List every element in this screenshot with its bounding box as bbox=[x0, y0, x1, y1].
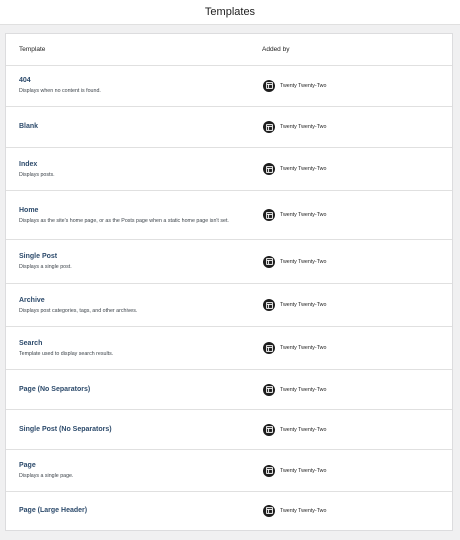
theme-name: Twenty Twenty-Two bbox=[280, 467, 327, 474]
added-by-cell: Twenty Twenty-Two bbox=[263, 410, 326, 449]
template-cell: Blank bbox=[19, 107, 251, 147]
page-title: Templates bbox=[204, 6, 256, 18]
template-title-link[interactable]: Search bbox=[19, 339, 251, 349]
template-title-link[interactable]: Index bbox=[19, 160, 251, 170]
layout-template-icon bbox=[263, 255, 275, 268]
added-by-cell: Twenty Twenty-Two bbox=[263, 191, 326, 239]
table-header: Template Added by bbox=[6, 34, 452, 66]
layout-template-icon bbox=[263, 504, 275, 517]
template-cell: Index Displays posts. bbox=[19, 148, 251, 190]
layout-template-icon bbox=[263, 464, 275, 477]
template-title-link[interactable]: 404 bbox=[19, 76, 251, 86]
table-row: Page (Large Header) Twenty Twenty-Two bbox=[6, 492, 452, 529]
table-row: Archive Displays post categories, tags, … bbox=[6, 284, 452, 327]
theme-name: Twenty Twenty-Two bbox=[280, 386, 327, 393]
table-row: 404 Displays when no content is found. T… bbox=[6, 65, 452, 107]
template-description: Displays as the site's home page, or as … bbox=[19, 217, 229, 224]
table-body: 404 Displays when no content is found. T… bbox=[6, 65, 452, 529]
template-title-link[interactable]: Archive bbox=[19, 296, 251, 306]
table-row: Index Displays posts. Twenty Twenty-Two bbox=[6, 148, 452, 191]
template-title-link[interactable]: Blank bbox=[19, 122, 251, 132]
template-title-link[interactable]: Page bbox=[19, 461, 251, 471]
added-by-cell: Twenty Twenty-Two bbox=[263, 284, 326, 326]
template-title-link[interactable]: Single Post bbox=[19, 252, 251, 262]
added-by-cell: Twenty Twenty-Two bbox=[263, 370, 326, 409]
layout-template-icon bbox=[263, 209, 275, 221]
table-row: Home Displays as the site's home page, o… bbox=[6, 191, 452, 240]
template-description: Displays a single page. bbox=[19, 473, 74, 479]
added-by-cell: Twenty Twenty-Two bbox=[263, 65, 326, 106]
template-title-link[interactable]: Home bbox=[19, 206, 251, 216]
template-cell: Page Displays a single page. bbox=[19, 450, 251, 491]
template-title-link[interactable]: Single Post (No Separators) bbox=[19, 425, 251, 435]
table-row: Page (No Separators) Twenty Twenty-Two bbox=[6, 370, 452, 410]
template-cell: Home Displays as the site's home page, o… bbox=[19, 191, 251, 239]
added-by-cell: Twenty Twenty-Two bbox=[263, 148, 326, 190]
template-title-link[interactable]: Page (Large Header) bbox=[19, 506, 251, 516]
layout-template-icon bbox=[263, 121, 275, 133]
table-row: Single Post Displays a single post. Twen… bbox=[6, 240, 452, 284]
table-row: Page Displays a single page. Twenty Twen… bbox=[6, 450, 452, 492]
added-by-cell: Twenty Twenty-Two bbox=[263, 450, 326, 491]
template-cell: Archive Displays post categories, tags, … bbox=[19, 284, 251, 326]
theme-name: Twenty Twenty-Two bbox=[280, 507, 327, 514]
table-row: Single Post (No Separators) Twenty Twent… bbox=[6, 410, 452, 450]
theme-name: Twenty Twenty-Two bbox=[280, 345, 327, 351]
templates-table: Template Added by 404 Displays when no c… bbox=[5, 33, 453, 531]
theme-name: Twenty Twenty-Two bbox=[280, 82, 327, 89]
added-by-cell: Twenty Twenty-Two bbox=[263, 492, 326, 529]
theme-name: Twenty Twenty-Two bbox=[280, 124, 327, 130]
template-description: Displays a single post. bbox=[19, 264, 72, 270]
theme-name: Twenty Twenty-Two bbox=[280, 302, 327, 308]
top-bar: Templates bbox=[0, 0, 460, 25]
layout-template-icon bbox=[263, 299, 275, 311]
template-cell: Single Post (No Separators) bbox=[19, 410, 251, 449]
layout-template-icon bbox=[263, 79, 275, 92]
template-title-link[interactable]: Page (No Separators) bbox=[19, 385, 251, 395]
template-cell: Single Post Displays a single post. bbox=[19, 240, 251, 283]
table-row: Blank Twenty Twenty-Two bbox=[6, 107, 452, 148]
column-header-added-by: Added by bbox=[262, 46, 290, 53]
column-header-template: Template bbox=[19, 46, 46, 53]
added-by-cell: Twenty Twenty-Two bbox=[263, 240, 326, 283]
theme-name: Twenty Twenty-Two bbox=[280, 212, 327, 218]
theme-name: Twenty Twenty-Two bbox=[280, 426, 327, 433]
template-cell: Search Template used to display search r… bbox=[19, 327, 251, 369]
added-by-cell: Twenty Twenty-Two bbox=[263, 107, 326, 147]
layout-template-icon bbox=[263, 383, 275, 396]
theme-name: Twenty Twenty-Two bbox=[280, 258, 327, 265]
template-description: Displays posts. bbox=[19, 171, 55, 178]
template-description: Displays when no content is found. bbox=[19, 88, 101, 94]
theme-name: Twenty Twenty-Two bbox=[280, 166, 327, 172]
layout-template-icon bbox=[263, 163, 275, 175]
template-cell: Page (No Separators) bbox=[19, 370, 251, 409]
template-cell: Page (Large Header) bbox=[19, 492, 251, 529]
table-row: Search Template used to display search r… bbox=[6, 327, 452, 370]
layout-template-icon bbox=[263, 423, 275, 436]
layout-template-icon bbox=[263, 342, 275, 354]
template-description: Template used to display search results. bbox=[19, 350, 114, 357]
template-description: Displays post categories, tags, and othe… bbox=[19, 307, 138, 314]
added-by-cell: Twenty Twenty-Two bbox=[263, 327, 326, 369]
template-cell: 404 Displays when no content is found. bbox=[19, 65, 251, 106]
